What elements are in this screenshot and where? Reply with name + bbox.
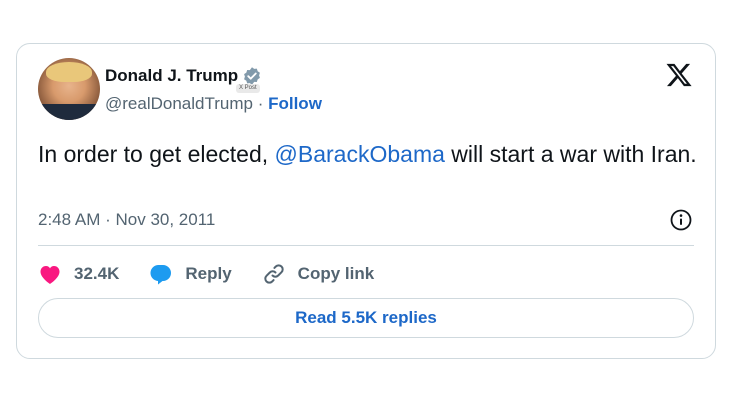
tweet-timestamp[interactable]: 2:48 AM · Nov 30, 2011	[38, 209, 215, 231]
copy-link-label: Copy link	[297, 264, 375, 283]
author-handle[interactable]: @realDonaldTrump	[105, 94, 253, 113]
tweet-card: Donald J. Trump X Post @realDonaldTrump …	[16, 43, 716, 359]
read-replies-label: Read 5.5K replies	[295, 308, 437, 327]
like-button[interactable]: 32.4K	[38, 263, 119, 285]
x-logo-icon[interactable]	[665, 61, 693, 89]
tweet-time: 2:48 AM	[38, 210, 101, 229]
link-icon	[264, 264, 284, 284]
mention-link[interactable]: @BarackObama	[275, 141, 445, 167]
info-icon[interactable]	[669, 208, 693, 232]
like-count: 32.4K	[74, 264, 120, 283]
x-post-badge: X Post	[236, 84, 260, 93]
divider	[38, 245, 694, 246]
tweet-text: In order to get elected, @BarackObama wi…	[38, 139, 703, 169]
author-handle-row: @realDonaldTrump · Follow	[105, 93, 322, 115]
heart-icon	[40, 266, 60, 284]
tweet-text-after: will start a war with Iran.	[444, 141, 697, 167]
handle-separator: ·	[257, 94, 269, 113]
copy-link-button[interactable]: Copy link	[262, 262, 375, 286]
reply-label: Reply	[185, 264, 232, 283]
read-replies-button[interactable]: Read 5.5K replies	[38, 298, 694, 338]
avatar-suit	[38, 104, 100, 120]
author-name[interactable]: Donald J. Trump	[105, 65, 238, 87]
action-bar: 32.4K Reply Copy link	[38, 259, 404, 289]
reply-bubble-icon	[150, 264, 172, 285]
timestamp-separator: ·	[105, 210, 116, 229]
verified-badge-icon	[244, 67, 261, 85]
follow-link[interactable]: Follow	[268, 94, 322, 113]
tweet-text-before: In order to get elected,	[38, 141, 275, 167]
avatar[interactable]	[38, 58, 100, 120]
tweet-date: Nov 30, 2011	[115, 210, 216, 229]
avatar-hair	[46, 62, 92, 82]
reply-button[interactable]: Reply	[149, 262, 232, 286]
